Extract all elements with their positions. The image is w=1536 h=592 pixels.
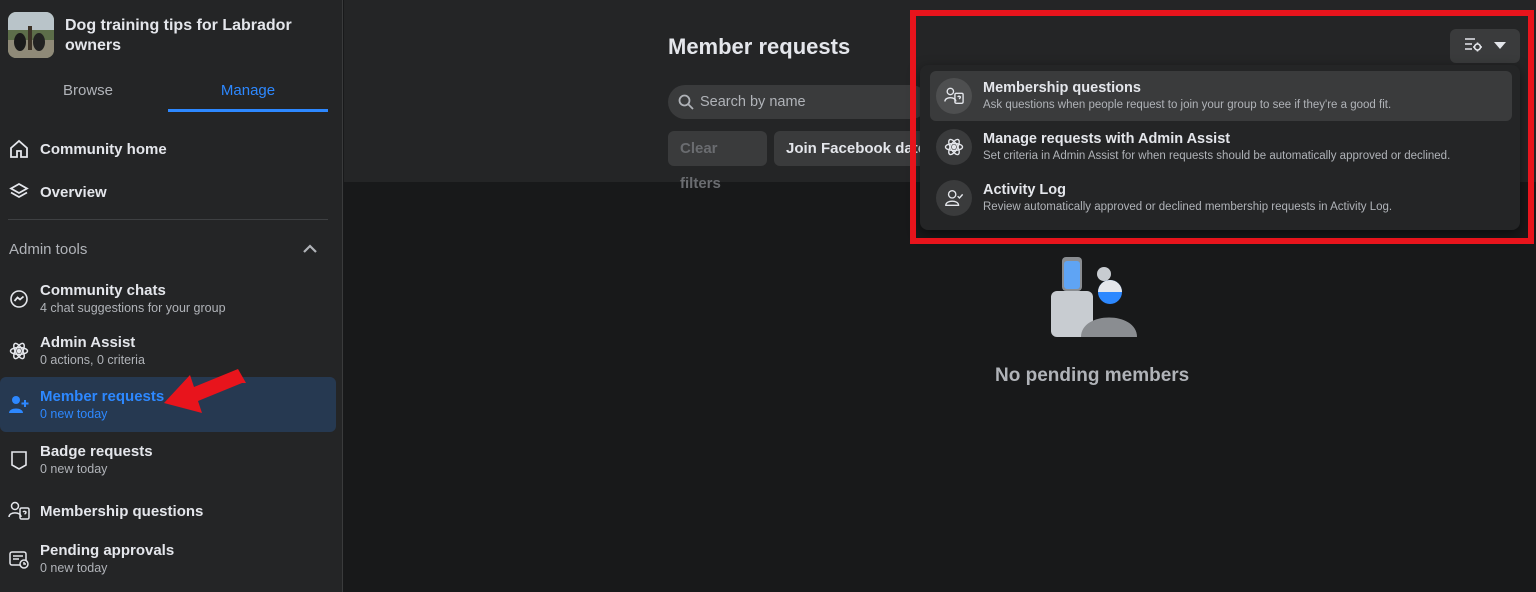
sidebar-item-sublabel: 0 new today	[40, 406, 108, 421]
search-box[interactable]	[668, 85, 928, 119]
pending-approvals-icon	[8, 548, 30, 570]
layers-icon	[8, 181, 30, 203]
sidebar-item-label: Member requests	[40, 387, 165, 405]
red-highlight-annotation	[910, 10, 1534, 244]
chevron-up-icon[interactable]	[300, 239, 320, 259]
atom-icon	[8, 340, 30, 362]
empty-state-text: No pending members	[995, 365, 1190, 386]
person-question-icon	[8, 500, 30, 522]
home-icon	[8, 138, 30, 160]
page-title: Member requests	[668, 34, 851, 59]
sidebar-item-community-chats[interactable]: Community chats 4 chat suggestions for y…	[0, 278, 336, 320]
sidebar-item-label: Admin Assist	[40, 334, 136, 351]
sidebar-divider	[8, 219, 328, 220]
group-cover-image[interactable]	[8, 12, 54, 58]
add-person-icon	[8, 394, 30, 416]
sidebar-item-pending-approvals[interactable]: Pending approvals 0 new today	[0, 538, 336, 580]
sidebar-item-membership-questions[interactable]: Membership questions	[0, 495, 336, 527]
red-arrow-annotation	[164, 369, 246, 413]
tab-browse[interactable]: Browse	[8, 72, 168, 112]
tab-manage[interactable]: Manage	[168, 72, 328, 112]
sidebar-item-sublabel: 4 chat suggestions for your group	[40, 301, 226, 315]
empty-members-illustration	[1051, 257, 1137, 337]
sidebar-item-sublabel: 0 new today	[40, 462, 108, 476]
sidebar-item-label: Community chats	[40, 282, 166, 299]
sidebar-item-label: Pending approvals	[40, 542, 175, 559]
badge-icon	[8, 449, 30, 471]
sidebar-item-label: Community home	[40, 140, 167, 158]
messenger-icon	[8, 288, 30, 310]
sidebar-item-sublabel: 0 actions, 0 criteria	[40, 353, 145, 367]
sidebar-item-label: Badge requests	[40, 443, 153, 460]
sidebar-item-label: Overview	[40, 183, 107, 201]
sidebar-item-badge-requests[interactable]: Badge requests 0 new today	[0, 439, 336, 481]
sidebar-item-sublabel: 0 new today	[40, 561, 108, 575]
search-icon	[678, 94, 694, 110]
sidebar-item-label: Membership questions	[40, 502, 204, 520]
sidebar: Dog training tips for Labrador owners Br…	[0, 0, 343, 592]
group-title[interactable]: Dog training tips for Labrador owners	[65, 16, 305, 56]
clear-filters-button[interactable]: Clear filters	[668, 131, 767, 192]
sidebar-tabs: Browse Manage	[8, 72, 328, 112]
sidebar-item-overview[interactable]: Overview	[0, 176, 336, 208]
group-header[interactable]: Dog training tips for Labrador owners	[8, 12, 338, 62]
search-input[interactable]	[700, 94, 920, 110]
sidebar-item-community-home[interactable]: Community home	[0, 133, 336, 165]
admin-tools-title: Admin tools	[9, 241, 88, 258]
